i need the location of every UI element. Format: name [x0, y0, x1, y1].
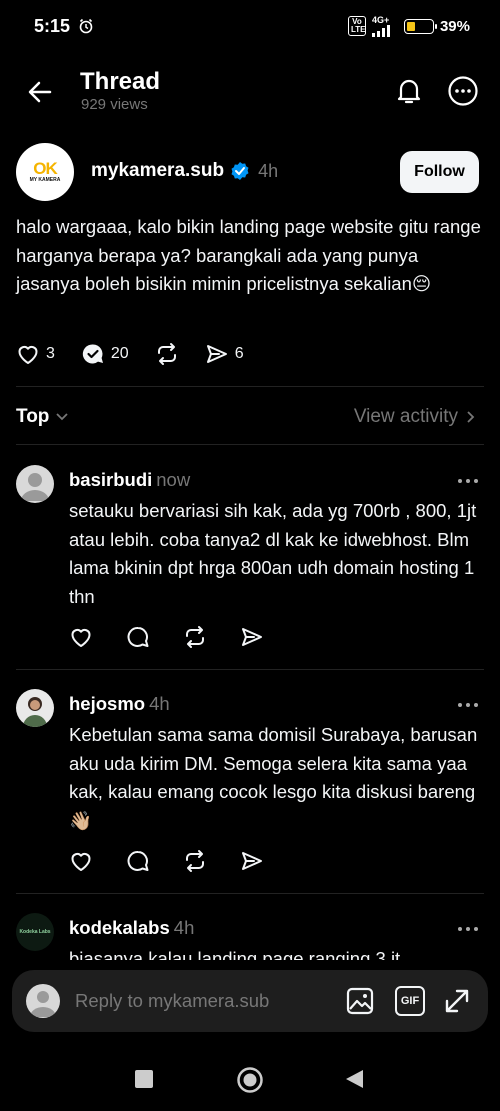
repost-icon[interactable]	[183, 849, 207, 873]
status-time: 5:15	[34, 15, 71, 36]
status-bar: 5:15 Vo LTE 4G+ 39%	[0, 0, 500, 52]
avatar[interactable]: Kodeka Labs	[16, 913, 54, 951]
post-author[interactable]: mykamera.sub	[91, 160, 224, 182]
heart-icon	[18, 346, 38, 364]
reply-time: 4h	[149, 693, 170, 714]
post-time: 4h	[258, 160, 279, 181]
avatar-logo-text: Kodeka Labs	[19, 929, 51, 935]
reply-check-icon	[82, 344, 103, 364]
more-icon[interactable]	[456, 925, 480, 933]
share-count: 6	[234, 345, 244, 362]
page-title: Thread	[80, 68, 161, 95]
thread-header: Thread 929 views	[0, 60, 500, 122]
view-activity-label: View activity	[353, 406, 458, 427]
battery-percent: 39%	[439, 17, 470, 35]
more-options-icon[interactable]	[447, 75, 479, 107]
reply-input-placeholder[interactable]: Reply to mykamera.sub	[75, 990, 269, 1012]
sort-label: Top	[16, 406, 50, 427]
home-icon[interactable]	[236, 1066, 264, 1094]
default-avatar-icon	[30, 991, 56, 1017]
system-nav-bar	[0, 1048, 500, 1111]
verified-badge-icon	[231, 162, 249, 180]
send-icon[interactable]	[240, 625, 264, 649]
more-icon[interactable]	[456, 477, 480, 485]
view-activity-link[interactable]: View activity	[354, 406, 476, 428]
back-arrow-icon[interactable]	[26, 78, 54, 106]
reply-actions	[69, 849, 264, 873]
reply-time: now	[156, 469, 191, 490]
chevron-down-icon	[56, 413, 69, 421]
more-icon[interactable]	[456, 701, 480, 709]
reply-text: Kebetulan sama sama domisil Surabaya, ba…	[69, 724, 478, 831]
avatar[interactable]	[16, 689, 54, 727]
chevron-right-icon	[467, 411, 475, 423]
post-actions: 3 20 6	[16, 342, 270, 366]
view-count: 929 views	[81, 96, 148, 113]
reply-author-row: basirbudi now	[69, 469, 190, 491]
heart-icon[interactable]	[69, 625, 93, 649]
avatar-logo-sub: MY KAMERA	[29, 177, 61, 183]
image-icon[interactable]	[345, 986, 375, 1016]
status-time-group: 5:15	[34, 16, 94, 37]
reply-author-row: kodekalabs 4h	[69, 917, 194, 939]
avatar[interactable]	[16, 465, 54, 503]
default-avatar-icon	[21, 473, 49, 501]
battery-icon	[403, 18, 437, 34]
send-icon[interactable]	[240, 849, 264, 873]
post-author-row: mykamera.sub 4h	[91, 160, 278, 182]
post-emoji: 😔	[411, 273, 432, 294]
signal-icon	[371, 24, 390, 37]
user-avatar	[26, 984, 60, 1018]
repost-icon	[157, 343, 176, 365]
alarm-icon	[79, 18, 93, 34]
sort-row: Top View activity	[0, 402, 500, 432]
author-avatar[interactable]: OK MY KAMERA	[16, 143, 74, 201]
comment-icon[interactable]	[126, 625, 150, 649]
gif-icon[interactable]: GIF	[395, 986, 425, 1016]
bell-icon[interactable]	[394, 76, 424, 106]
like-action[interactable]: 3	[16, 342, 55, 366]
avatar-photo-icon	[23, 697, 47, 727]
reply-author[interactable]: hejosmo	[69, 693, 145, 714]
divider	[16, 444, 484, 445]
expand-icon[interactable]	[442, 986, 472, 1016]
repost-action[interactable]	[155, 342, 179, 366]
comment-icon[interactable]	[126, 849, 150, 873]
reply-time: 4h	[173, 917, 195, 938]
like-count: 3	[46, 345, 55, 362]
repost-icon[interactable]	[183, 625, 207, 649]
divider	[16, 893, 484, 894]
status-indicators: Vo LTE 4G+ 39%	[347, 14, 470, 37]
reply-actions	[69, 625, 264, 649]
back-triangle-icon[interactable]	[344, 1068, 366, 1090]
divider	[16, 386, 484, 387]
reply-action[interactable]: 20	[81, 342, 129, 366]
reply-count: 20	[110, 345, 129, 362]
post-text-block: halo wargaaa, kalo bikin landing page we…	[16, 213, 486, 299]
reply-author[interactable]: basirbudi	[69, 469, 152, 490]
network-type: 4G+	[371, 14, 390, 25]
signal-group: 4G+	[371, 14, 398, 37]
avatar-logo: OK	[33, 159, 57, 178]
reply-author[interactable]: kodekalabs	[69, 917, 170, 938]
heart-icon[interactable]	[69, 849, 93, 873]
reply-text: setauku bervariasi sih kak, ada yg 700rb…	[69, 500, 477, 607]
recent-apps-icon[interactable]	[134, 1069, 154, 1089]
sort-dropdown[interactable]: Top	[16, 406, 69, 428]
reply-author-row: hejosmo 4h	[69, 693, 170, 715]
send-icon	[206, 345, 227, 363]
follow-button[interactable]: Follow	[400, 151, 479, 193]
share-action[interactable]: 6	[205, 342, 244, 366]
divider	[16, 669, 484, 670]
volte-icon: Vo LTE	[347, 16, 366, 36]
reply-composer[interactable]: Reply to mykamera.sub GIF	[12, 970, 488, 1032]
